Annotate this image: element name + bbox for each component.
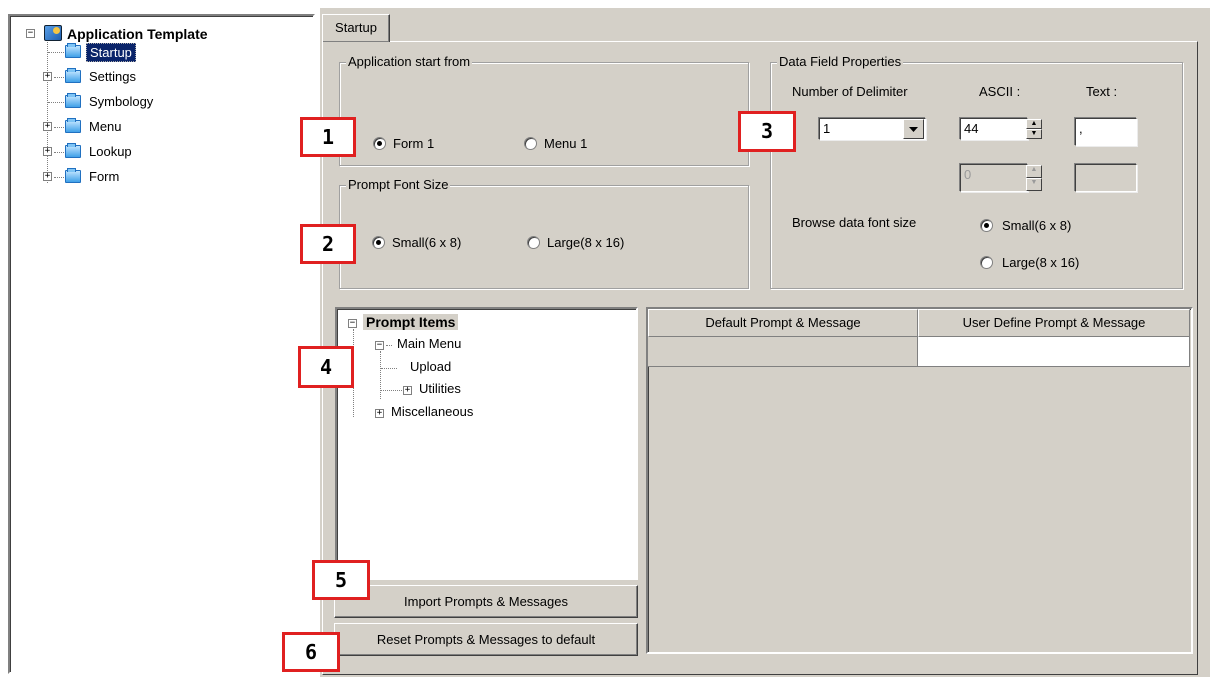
- expand-miscellaneous-icon[interactable]: +: [375, 409, 384, 418]
- ascii-input-2: 0: [960, 164, 1028, 192]
- radio-browse-large[interactable]: [980, 256, 993, 269]
- import-prompts-button[interactable]: Import Prompts & Messages: [334, 585, 638, 618]
- callout-2: 2: [300, 224, 356, 264]
- ascii-input-2-value: 0: [964, 167, 972, 182]
- group-application-start-title: Application start from: [346, 54, 473, 69]
- spin-down-icon[interactable]: ▼: [1026, 129, 1042, 139]
- tree-item-menu[interactable]: Menu: [89, 119, 122, 134]
- radio-prompt-small-label[interactable]: Small(6 x 8): [392, 235, 461, 250]
- tree-item-startup[interactable]: Startup: [86, 43, 136, 62]
- radio-prompt-small[interactable]: [372, 236, 385, 249]
- ascii-spinner-2: ▲ ▼: [1026, 165, 1042, 191]
- spin-up-icon[interactable]: ▲: [1026, 119, 1042, 129]
- prompt-items-root[interactable]: Prompt Items: [363, 314, 459, 330]
- delimiter-label: Number of Delimiter: [792, 84, 908, 99]
- prompt-items-tree[interactable]: − Prompt Items − Main Menu Upload + Util…: [335, 307, 638, 580]
- folder-icon: [65, 143, 81, 158]
- radio-browse-small[interactable]: [980, 219, 993, 232]
- grid-cell-default[interactable]: [648, 337, 918, 367]
- delimiter-select-value: 1: [823, 121, 831, 136]
- tree-item-symbology[interactable]: Symbology: [89, 94, 153, 109]
- ascii-label: ASCII :: [979, 84, 1021, 99]
- app-template-icon: [44, 25, 62, 41]
- text-label: Text :: [1086, 84, 1118, 99]
- tree-item-utilities[interactable]: Utilities: [419, 381, 461, 396]
- expand-utilities-icon[interactable]: +: [403, 386, 412, 395]
- expand-settings-icon[interactable]: +: [43, 72, 52, 81]
- radio-menu1[interactable]: [524, 137, 537, 150]
- folder-icon: [65, 118, 81, 133]
- app-tree-panel[interactable]: − Application Template Startup + Setting…: [8, 14, 315, 674]
- expand-menu-icon[interactable]: +: [43, 122, 52, 131]
- tab-startup-label: Startup: [335, 20, 377, 35]
- reset-prompts-label: Reset Prompts & Messages to default: [376, 632, 596, 647]
- radio-prompt-large-label[interactable]: Large(8 x 16): [547, 235, 624, 250]
- import-prompts-label: Import Prompts & Messages: [404, 594, 568, 609]
- spin-up-icon: ▲: [1026, 165, 1042, 178]
- callout-1: 1: [300, 117, 356, 157]
- expand-lookup-icon[interactable]: +: [43, 147, 52, 156]
- folder-icon: [65, 168, 81, 183]
- radio-browse-large-label[interactable]: Large(8 x 16): [1002, 255, 1079, 270]
- radio-form1-label[interactable]: Form 1: [393, 136, 434, 151]
- dropdown-arrow-button[interactable]: [903, 119, 924, 139]
- tree-item-miscellaneous[interactable]: Miscellaneous: [391, 404, 473, 419]
- callout-4: 4: [298, 346, 354, 388]
- ascii-spinner-1[interactable]: ▲ ▼: [1026, 119, 1042, 140]
- radio-menu1-label[interactable]: Menu 1: [544, 136, 587, 151]
- callout-3: 3: [738, 111, 796, 152]
- radio-form1[interactable]: [373, 137, 386, 150]
- callout-5: 5: [312, 560, 370, 600]
- tree-item-settings[interactable]: Settings: [89, 69, 136, 84]
- text-input-1-value: ,: [1079, 121, 1083, 136]
- reset-prompts-button[interactable]: Reset Prompts & Messages to default: [334, 623, 638, 656]
- prompt-message-grid[interactable]: Default Prompt & Message User Define Pro…: [646, 307, 1193, 654]
- radio-prompt-large[interactable]: [527, 236, 540, 249]
- tree-item-lookup[interactable]: Lookup: [89, 144, 132, 159]
- group-prompt-font-size-title: Prompt Font Size: [346, 177, 451, 192]
- ascii-input-1[interactable]: 44: [960, 118, 1028, 140]
- folder-icon: [65, 43, 81, 58]
- folder-icon: [65, 93, 81, 108]
- ascii-input-1-value: 44: [964, 121, 979, 136]
- collapse-main-menu-icon[interactable]: −: [375, 341, 384, 350]
- grid-cell-user-define[interactable]: [918, 337, 1190, 367]
- tree-root-label[interactable]: Application Template: [67, 26, 208, 42]
- collapse-root-icon[interactable]: −: [26, 29, 35, 38]
- expand-form-icon[interactable]: +: [43, 172, 52, 181]
- tree-item-form[interactable]: Form: [89, 169, 119, 184]
- collapse-prompt-items-icon[interactable]: −: [348, 319, 357, 328]
- spin-down-icon: ▼: [1026, 178, 1042, 191]
- tab-startup[interactable]: Startup: [322, 14, 390, 42]
- grid-col-default-prompt[interactable]: Default Prompt & Message: [648, 309, 918, 337]
- text-input-1[interactable]: ,: [1075, 118, 1137, 146]
- text-input-2: [1075, 164, 1137, 192]
- grid-col-user-define-prompt[interactable]: User Define Prompt & Message: [918, 309, 1190, 337]
- browse-font-label: Browse data font size: [792, 215, 917, 230]
- chevron-down-icon: [909, 127, 918, 132]
- radio-browse-small-label[interactable]: Small(6 x 8): [1002, 218, 1071, 233]
- folder-icon: [65, 68, 81, 83]
- callout-6: 6: [282, 632, 340, 672]
- tree-item-upload[interactable]: Upload: [410, 359, 451, 374]
- tree-item-main-menu[interactable]: Main Menu: [397, 336, 461, 351]
- group-data-field-properties-title: Data Field Properties: [777, 54, 904, 69]
